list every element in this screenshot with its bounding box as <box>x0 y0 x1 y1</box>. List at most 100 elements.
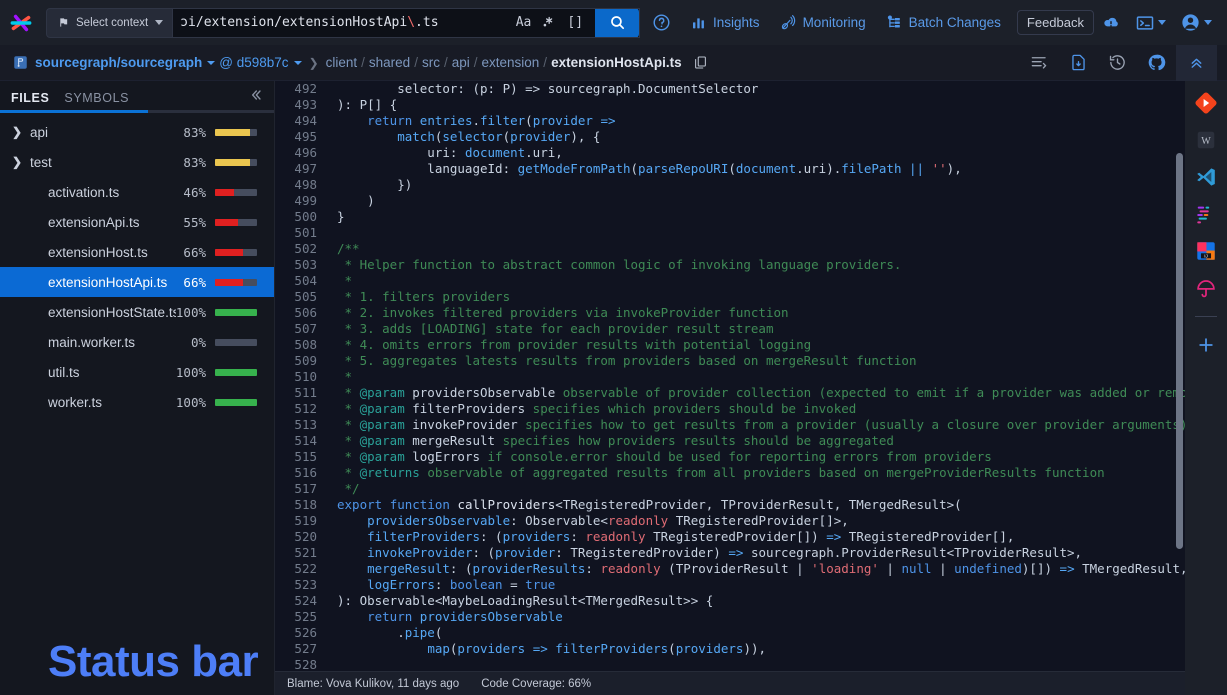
line-number[interactable]: 509 <box>275 353 327 369</box>
select-context-button[interactable]: Select context <box>46 7 174 38</box>
sourcegraph-logo-icon[interactable] <box>4 6 38 40</box>
search-submit-button[interactable] <box>595 8 640 37</box>
code-line[interactable]: 518 export function callProviders<TRegist… <box>275 497 1185 513</box>
code-line[interactable]: 516 * @returns observable of aggregated … <box>275 465 1185 481</box>
code-line[interactable]: 523 logErrors: boolean = true <box>275 577 1185 593</box>
line-number[interactable]: 517 <box>275 481 327 497</box>
line-number[interactable]: 506 <box>275 305 327 321</box>
code-line[interactable]: 509 * 5. aggregates latests results from… <box>275 353 1185 369</box>
code-view[interactable]: 492 selector: (p: P) => sourcegraph.Docu… <box>275 81 1185 671</box>
file-tree-row[interactable]: extensionHostApi.ts 66% <box>0 267 274 297</box>
code-line[interactable]: 492 selector: (p: P) => sourcegraph.Docu… <box>275 81 1185 97</box>
file-tree-row[interactable]: extensionApi.ts 55% <box>0 207 274 237</box>
line-number[interactable]: 516 <box>275 465 327 481</box>
code-line[interactable]: 508 * 4. omits errors from provider resu… <box>275 337 1185 353</box>
user-account-menu[interactable] <box>1173 12 1219 33</box>
feedback-button[interactable]: Feedback <box>1016 10 1094 35</box>
cli-terminal-menu[interactable] <box>1128 13 1173 33</box>
line-number[interactable]: 523 <box>275 577 327 593</box>
umbrella-icon[interactable] <box>1194 276 1218 300</box>
line-number[interactable]: 527 <box>275 641 327 657</box>
code-line[interactable]: 507 * 3. adds [LOADING] state for each p… <box>275 321 1185 337</box>
line-number[interactable]: 518 <box>275 497 327 513</box>
format-code-icon[interactable] <box>1020 53 1059 72</box>
wikipedia-w-icon[interactable]: W <box>1194 128 1218 152</box>
line-number[interactable]: 502 <box>275 241 327 257</box>
code-line[interactable]: 497 languageId: getModeFromPath(parseRep… <box>275 161 1185 177</box>
line-number[interactable]: 497 <box>275 161 327 177</box>
line-number[interactable]: 519 <box>275 513 327 529</box>
code-line[interactable]: 525 return providersObservable <box>275 609 1185 625</box>
code-line[interactable]: 511 * @param providersObservable observa… <box>275 385 1185 401</box>
line-number[interactable]: 511 <box>275 385 327 401</box>
line-number[interactable]: 524 <box>275 593 327 609</box>
code-line[interactable]: 493): P[] { <box>275 97 1185 113</box>
breadcrumb-path-extension[interactable]: extension <box>482 55 540 70</box>
github-icon[interactable] <box>1137 53 1176 72</box>
code-coverage-status-item[interactable]: Code Coverage: 66% <box>481 678 591 690</box>
code-line[interactable]: 522 mergeResult: (providerResults: reado… <box>275 561 1185 577</box>
breadcrumb-repo[interactable]: sourcegraph/sourcegraph <box>35 55 202 70</box>
file-tree-row[interactable]: ❯ test 83% <box>0 147 274 177</box>
file-tree-row[interactable]: activation.ts 46% <box>0 177 274 207</box>
line-number[interactable]: 498 <box>275 177 327 193</box>
code-line[interactable]: 498 }) <box>275 177 1185 193</box>
add-plus-icon[interactable] <box>1194 333 1218 357</box>
search-input[interactable]: ɔi/extension/extensionHostApi\.ts <box>180 15 503 30</box>
code-line[interactable]: 521 invokeProvider: (provider: TRegister… <box>275 545 1185 561</box>
line-number[interactable]: 505 <box>275 289 327 305</box>
chevron-double-left-icon[interactable] <box>248 87 264 110</box>
chevron-down-icon[interactable] <box>293 60 302 65</box>
file-tree[interactable]: ❯ api 83% ❯ test 83% activation.ts 46% extension… <box>0 113 274 695</box>
breadcrumb-path-api[interactable]: api <box>452 55 470 70</box>
breadcrumb-path-shared[interactable]: shared <box>369 55 410 70</box>
nav-link-insights[interactable]: Insights <box>681 15 770 31</box>
sourcegraph-app-icon[interactable] <box>1194 91 1218 115</box>
line-number[interactable]: 492 <box>275 81 327 97</box>
line-number[interactable]: 526 <box>275 625 327 641</box>
code-line[interactable]: 512 * @param filterProviders specifies w… <box>275 401 1185 417</box>
line-number[interactable]: 493 <box>275 97 327 113</box>
line-number[interactable]: 495 <box>275 129 327 145</box>
code-line[interactable]: 519 providersObservable: Observable<read… <box>275 513 1185 529</box>
search-input-wrapper[interactable]: ɔi/extension/extensionHostApi\.ts Aa [] <box>173 7 641 38</box>
status-messages-button[interactable] <box>1094 13 1128 33</box>
code-line[interactable]: 517 */ <box>275 481 1185 497</box>
code-line[interactable]: 500} <box>275 209 1185 225</box>
file-tree-row[interactable]: ❯ api 83% <box>0 117 274 147</box>
file-tree-row[interactable]: extensionHostState.ts 100% <box>0 297 274 327</box>
line-number[interactable]: 514 <box>275 433 327 449</box>
file-tree-row[interactable]: main.worker.ts 0% <box>0 327 274 357</box>
line-number[interactable]: 520 <box>275 529 327 545</box>
sourcegraph-code-icon[interactable] <box>1194 202 1218 226</box>
line-number[interactable]: 496 <box>275 145 327 161</box>
regexp-toggle[interactable] <box>542 14 556 32</box>
line-number[interactable]: 508 <box>275 337 327 353</box>
case-sensitivity-toggle[interactable]: Aa <box>516 15 532 30</box>
line-number[interactable]: 507 <box>275 321 327 337</box>
blame-status-item[interactable]: Blame: Vova Kulikov, 11 days ago <box>287 678 459 690</box>
code-line[interactable]: 505 * 1. filters providers <box>275 289 1185 305</box>
line-number[interactable]: 501 <box>275 225 327 241</box>
copy-path-icon[interactable] <box>693 55 708 70</box>
code-line[interactable]: 515 * @param logErrors if console.error … <box>275 449 1185 465</box>
code-line[interactable]: 528 <box>275 657 1185 671</box>
code-line[interactable]: 502 /** <box>275 241 1185 257</box>
code-line[interactable]: 506 * 2. invokes filtered providers via … <box>275 305 1185 321</box>
breadcrumb-revision[interactable]: @ d598b7c <box>219 55 288 70</box>
raw-file-icon[interactable] <box>1059 53 1098 72</box>
code-line[interactable]: 501 <box>275 225 1185 241</box>
chevron-right-icon[interactable]: ❯ <box>12 155 28 169</box>
chevron-down-icon[interactable] <box>207 60 216 65</box>
tab-symbols[interactable]: SYMBOLS <box>64 91 129 110</box>
code-line[interactable]: 503 * Helper function to abstract common… <box>275 257 1185 273</box>
chevron-double-up-icon[interactable] <box>1176 44 1217 81</box>
line-number[interactable]: 521 <box>275 545 327 561</box>
help-circle-icon[interactable] <box>652 13 671 32</box>
line-number[interactable]: 525 <box>275 609 327 625</box>
history-icon[interactable] <box>1098 53 1137 72</box>
line-number[interactable]: 515 <box>275 449 327 465</box>
line-number[interactable]: 500 <box>275 209 327 225</box>
tab-files[interactable]: FILES <box>11 91 49 110</box>
line-number[interactable]: 504 <box>275 273 327 289</box>
